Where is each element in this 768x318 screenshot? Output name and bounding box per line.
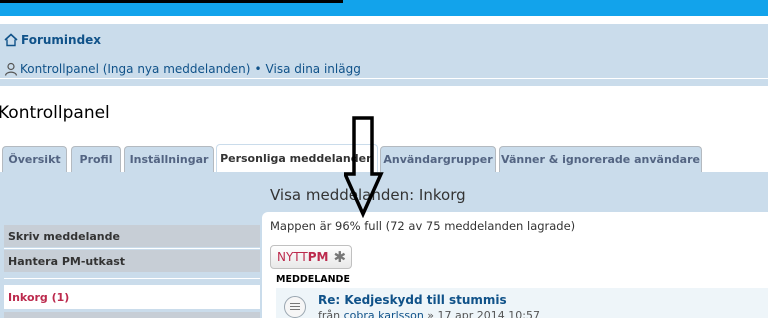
- home-icon: [4, 33, 18, 47]
- down-arrow-annotation: [344, 116, 384, 218]
- sidebar-item-partial[interactable]: [4, 312, 260, 318]
- breadcrumb: Kontrollpanel (Inga nya meddelanden) • V…: [4, 61, 361, 77]
- message-author-link[interactable]: cobra karlsson: [344, 309, 424, 318]
- message-from-prefix: från: [318, 309, 341, 318]
- tab-usergroups[interactable]: Användargrupper: [380, 146, 496, 172]
- new-pm-button[interactable]: NYTT PM ✱: [270, 245, 352, 269]
- mailbox-status: Mappen är 96% full (72 av 75 meddelanden…: [270, 219, 576, 233]
- control-panel-link[interactable]: Kontrollpanel (Inga nya meddelanden): [20, 62, 250, 76]
- message-subject-link[interactable]: Re: Kedjeskydd till stummis: [318, 293, 507, 307]
- sidebar-item-drafts[interactable]: Hantera PM-utkast: [4, 250, 260, 272]
- sidebar-item-inbox[interactable]: Inkorg (1): [4, 285, 260, 309]
- view-posts-link[interactable]: Visa dina inlägg: [266, 62, 361, 76]
- tab-friends-foes[interactable]: Vänner & ignorerade användare: [499, 146, 702, 172]
- star-icon: ✱: [333, 248, 347, 266]
- tab-overview[interactable]: Översikt: [2, 146, 67, 172]
- forumindex-link[interactable]: Forumindex: [4, 32, 101, 48]
- new-pm-label: NYTT: [277, 250, 308, 264]
- breadcrumb-separator: •: [254, 62, 262, 76]
- user-icon: [4, 62, 18, 76]
- column-header-message: MEDDELANDE: [276, 274, 350, 285]
- header-divider: [0, 16, 768, 20]
- page-title: Kontrollpanel: [0, 103, 110, 123]
- sidebar-divider: [4, 248, 260, 249]
- sidebar-item-compose[interactable]: Skriv meddelande: [4, 225, 260, 247]
- tab-settings[interactable]: Inställningar: [124, 146, 214, 172]
- new-pm-label-bold: PM: [307, 250, 329, 264]
- tab-profile[interactable]: Profil: [71, 146, 121, 172]
- topic-icon: [284, 296, 306, 318]
- message-meta: från cobra karlsson » 17 apr 2014 10:57: [318, 309, 540, 318]
- navbar-divider: [0, 78, 768, 79]
- message-date: » 17 apr 2014 10:57: [427, 309, 540, 318]
- top-header-strip: [0, 0, 343, 3]
- forumindex-label: Forumindex: [21, 33, 102, 47]
- sidebar-divider: [4, 278, 260, 279]
